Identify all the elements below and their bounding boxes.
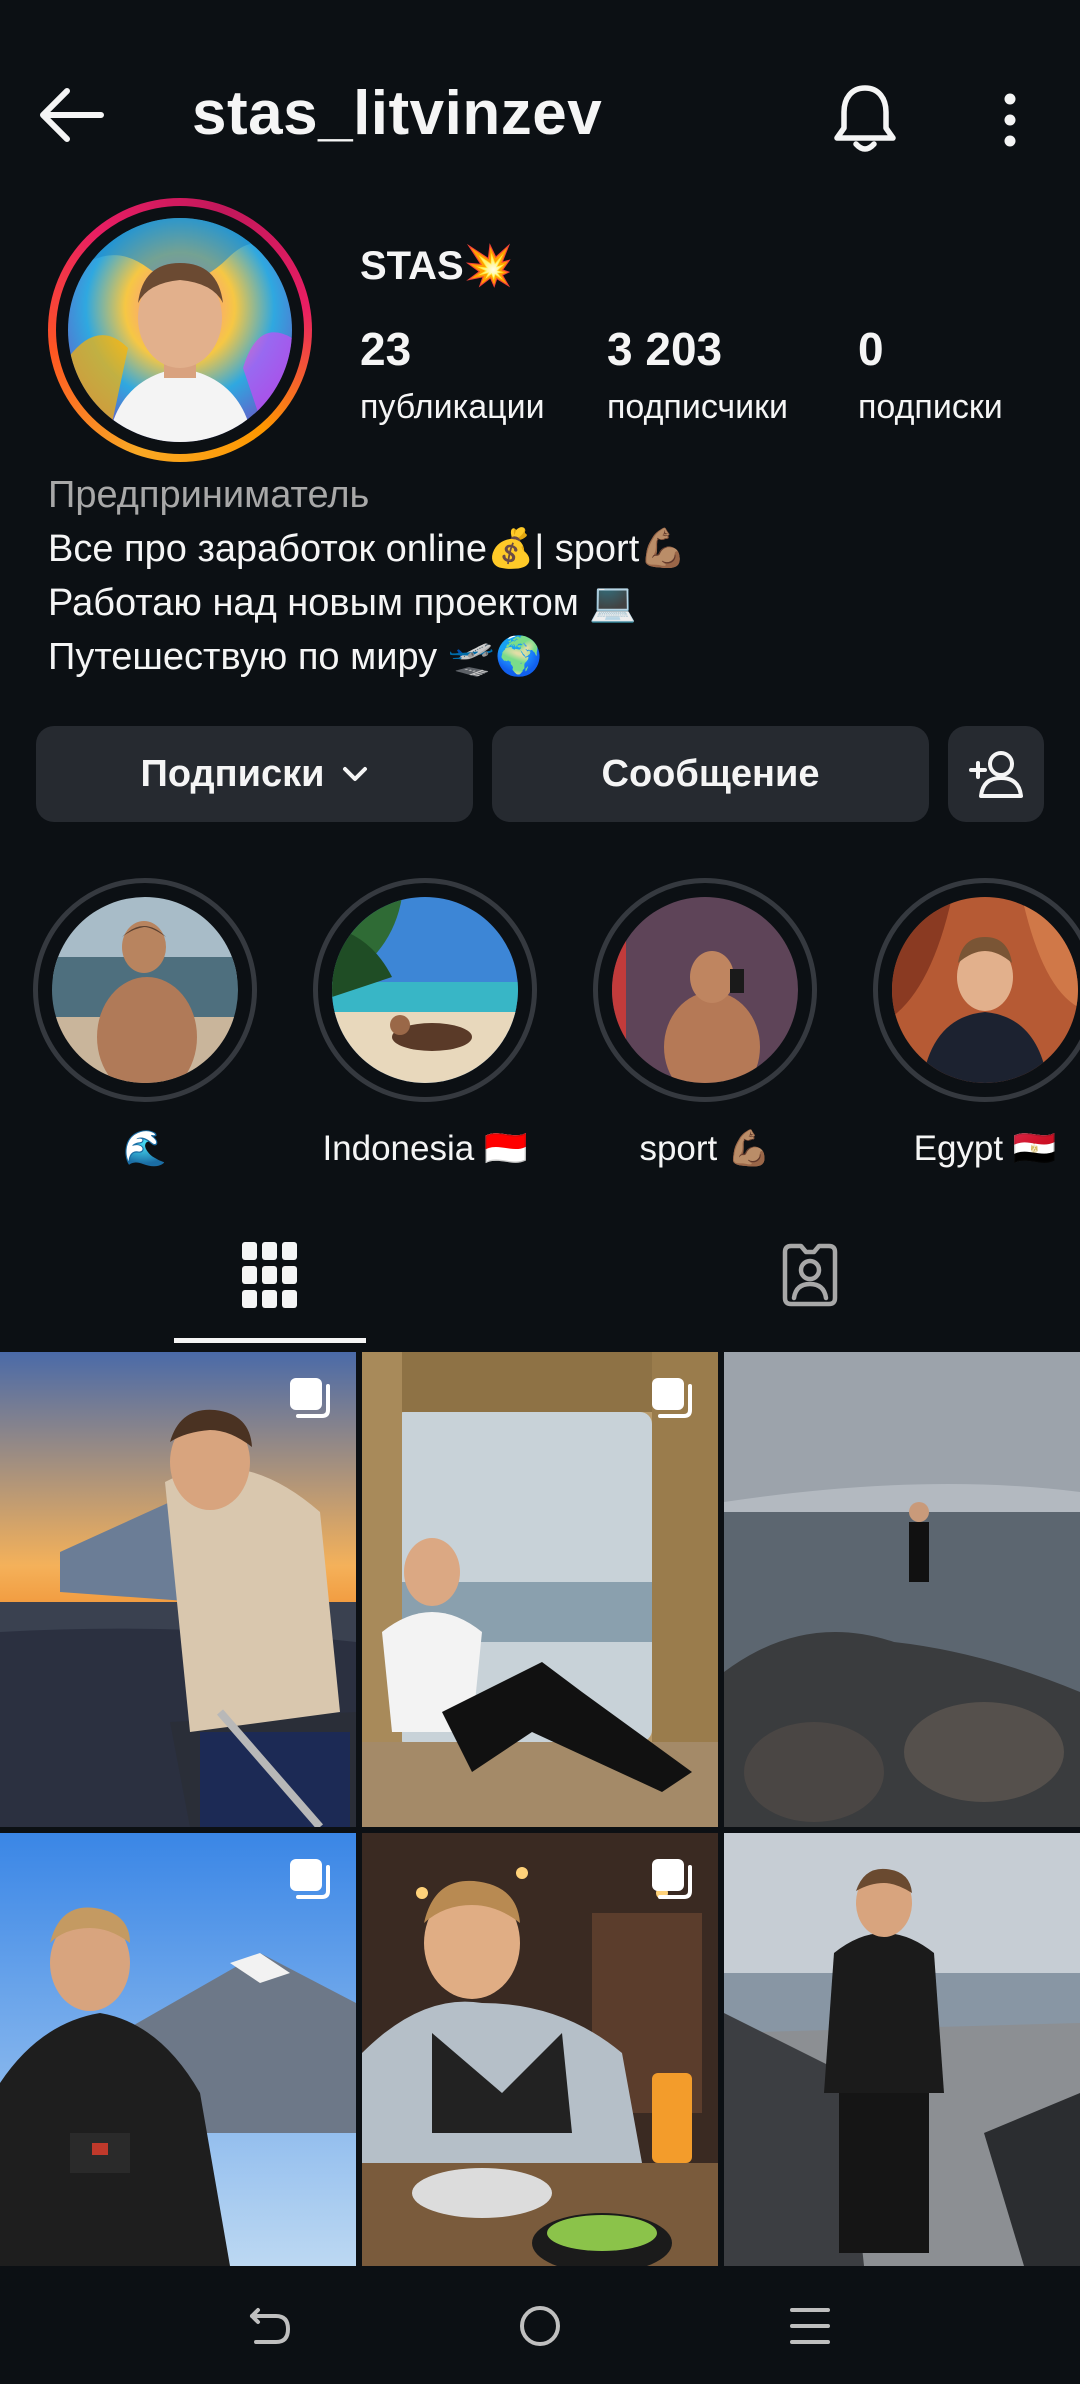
nav-recents-button[interactable] — [765, 2286, 855, 2366]
post-tile[interactable] — [0, 1352, 356, 1827]
highlight-label: Egypt 🇪🇬 — [913, 1129, 1057, 1168]
tab-posts-grid[interactable] — [220, 1225, 320, 1325]
posts-stat[interactable]: 23 публикации — [360, 322, 545, 427]
display-name: STAS💥 — [360, 244, 514, 288]
highlight-label: 🌊 — [123, 1129, 167, 1168]
followers-stat[interactable]: 3 203 подписчики — [607, 322, 788, 427]
back-button[interactable] — [30, 80, 110, 150]
following-stat[interactable]: 0 подписки — [858, 322, 1003, 427]
system-home-icon — [520, 2306, 560, 2346]
highlight-label: Indonesia 🇮🇩 — [322, 1129, 528, 1168]
avatar — [68, 218, 292, 442]
post-tile[interactable] — [362, 1352, 718, 1827]
profile-username: stas_litvinzev — [192, 79, 603, 148]
story-highlight[interactable]: sport 💪🏽 — [590, 878, 820, 1169]
following-count: 0 — [858, 323, 884, 375]
bio-line: Путешествую по миру 🛫🌍 — [48, 636, 543, 678]
more-options-button[interactable] — [975, 80, 1045, 160]
bio-category: Предприниматель — [48, 474, 370, 516]
bio: Предприниматель Все про заработок online… — [48, 468, 687, 684]
nav-back-button[interactable] — [225, 2286, 315, 2366]
system-recents-icon — [790, 2308, 830, 2344]
highlight-label: sport 💪🏽 — [639, 1129, 771, 1168]
tab-tagged[interactable] — [760, 1225, 860, 1325]
bell-icon — [834, 84, 896, 152]
notifications-button[interactable] — [820, 75, 910, 160]
story-highlight[interactable]: Egypt 🇪🇬 — [870, 878, 1080, 1169]
highlight-cover — [52, 897, 238, 1083]
bio-line: Работаю над новым проектом 💻 — [48, 582, 637, 624]
add-user-icon — [969, 751, 1023, 798]
post-tile[interactable] — [724, 1833, 1080, 2266]
post-tile[interactable] — [724, 1352, 1080, 1827]
story-highlight[interactable]: Indonesia 🇮🇩 — [310, 878, 540, 1169]
system-navigation-bar — [0, 2266, 1080, 2384]
nav-home-button[interactable] — [495, 2286, 585, 2366]
followers-count: 3 203 — [607, 323, 723, 375]
message-button-label: Сообщение — [601, 752, 820, 795]
bio-line: Все про заработок online💰| sport💪🏽 — [48, 528, 687, 570]
more-vertical-icon — [1004, 93, 1016, 147]
grid-icon — [242, 1242, 297, 1308]
post-tile[interactable] — [362, 1833, 718, 2266]
highlight-cover — [892, 897, 1078, 1083]
carousel-icon — [290, 1378, 330, 1418]
posts-count: 23 — [360, 323, 412, 375]
story-highlight[interactable]: 🌊 — [30, 878, 260, 1169]
system-back-icon — [250, 2308, 291, 2344]
post-tile[interactable] — [0, 1833, 356, 2266]
arrow-left-icon — [40, 88, 104, 142]
carousel-icon — [652, 1859, 692, 1899]
suggested-users-button[interactable] — [948, 726, 1044, 822]
highlight-cover — [612, 897, 798, 1083]
message-button[interactable]: Сообщение — [492, 726, 929, 822]
profile-header: stas_litvinzev — [0, 0, 1080, 230]
story-ring[interactable] — [48, 198, 312, 462]
following-label: подписки — [858, 388, 1003, 426]
highlight-cover — [332, 897, 518, 1083]
chevron-down-icon — [343, 767, 368, 781]
carousel-icon — [652, 1378, 692, 1418]
active-tab-indicator — [174, 1338, 366, 1343]
following-button[interactable]: Подписки — [36, 726, 473, 822]
tagged-icon — [782, 1243, 838, 1307]
followers-label: подписчики — [607, 388, 789, 426]
carousel-icon — [290, 1859, 330, 1899]
posts-label: публикации — [360, 388, 545, 426]
following-button-label: Подписки — [140, 752, 325, 795]
posts-grid — [0, 1352, 1080, 2266]
